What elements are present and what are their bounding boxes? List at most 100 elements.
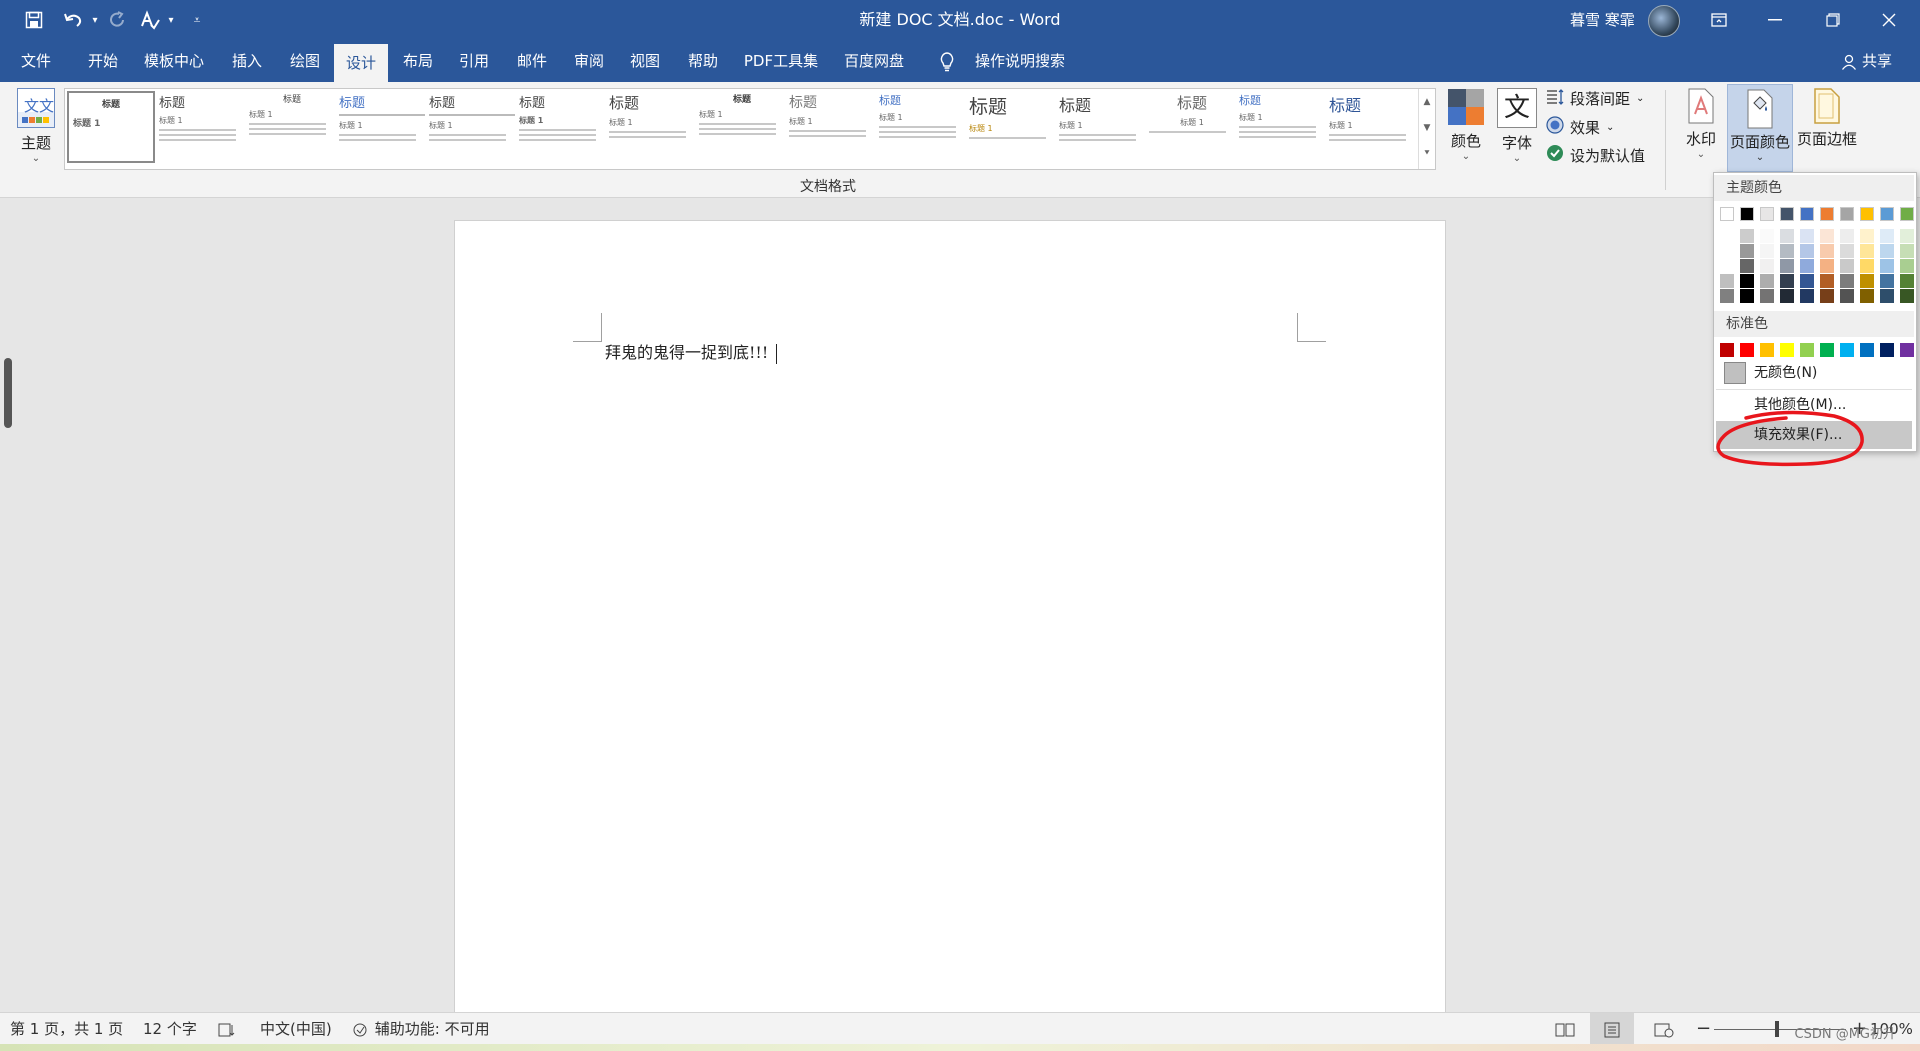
tab-insert[interactable]: 插入 (220, 40, 274, 82)
tab-draw[interactable]: 绘图 (278, 40, 332, 82)
tell-me-search[interactable]: 操作说明搜索 (966, 40, 1074, 82)
theme-color-shade-swatch[interactable] (1740, 229, 1754, 243)
theme-color-shade-swatch[interactable] (1880, 274, 1894, 288)
tab-home[interactable]: 开始 (76, 40, 130, 82)
tab-design[interactable]: 设计 (334, 44, 388, 82)
standard-color-swatch[interactable] (1780, 343, 1794, 357)
navigation-marker[interactable] (4, 358, 12, 428)
theme-color-swatch[interactable] (1720, 207, 1734, 221)
restore-icon[interactable] (1810, 0, 1856, 40)
fill-effects-option[interactable]: 填充效果(F)... (1716, 421, 1912, 449)
more-colors-option[interactable]: 其他颜色(M)... (1716, 391, 1912, 419)
user-name[interactable]: 暮雪 寒霏 (1570, 0, 1635, 40)
standard-color-swatch[interactable] (1840, 343, 1854, 357)
theme-color-shade-swatch[interactable] (1720, 289, 1734, 303)
standard-color-swatch[interactable] (1720, 343, 1734, 357)
standard-color-swatch[interactable] (1860, 343, 1874, 357)
tab-pdf-tools[interactable]: PDF工具集 (738, 40, 824, 82)
tab-references[interactable]: 引用 (448, 40, 500, 82)
theme-color-shade-swatch[interactable] (1900, 229, 1914, 243)
theme-color-shade-swatch[interactable] (1780, 229, 1794, 243)
theme-color-shade-swatch[interactable] (1740, 289, 1754, 303)
theme-color-shade-swatch[interactable] (1800, 229, 1814, 243)
theme-color-swatch[interactable] (1860, 207, 1874, 221)
accessibility-indicator[interactable]: 辅助功能: 不可用 (352, 1013, 490, 1045)
zoom-slider-thumb[interactable] (1775, 1021, 1779, 1037)
gallery-more-icon[interactable]: ⯆ (1419, 141, 1435, 167)
gallery-scrollbar[interactable]: ▲ ▼ ⯆ (1418, 89, 1435, 169)
zoom-out-icon[interactable]: − (1696, 1013, 1711, 1045)
theme-color-shade-swatch[interactable] (1860, 289, 1874, 303)
no-color-option[interactable]: 无颜色(N) (1716, 359, 1912, 387)
share-button[interactable]: 共享 (1841, 40, 1892, 82)
avatar[interactable] (1648, 5, 1680, 37)
watermark-button[interactable]: 水印 ⌄ (1682, 88, 1720, 160)
theme-color-shade-swatch[interactable] (1860, 259, 1874, 273)
theme-color-shade-swatch[interactable] (1780, 289, 1794, 303)
theme-color-shade-swatch[interactable] (1760, 259, 1774, 273)
standard-color-swatch[interactable] (1820, 343, 1834, 357)
style-set-thumb[interactable]: 标题 标题 1 (159, 92, 245, 164)
theme-color-shade-swatch[interactable] (1780, 259, 1794, 273)
ribbon-display-icon[interactable] (1696, 0, 1742, 40)
theme-color-shade-swatch[interactable] (1880, 289, 1894, 303)
theme-color-shade-swatch[interactable] (1820, 259, 1834, 273)
theme-color-shade-swatch[interactable] (1820, 229, 1834, 243)
read-mode-icon[interactable] (1555, 1013, 1575, 1045)
tab-templates[interactable]: 模板中心 (138, 40, 210, 82)
theme-color-shade-swatch[interactable] (1800, 244, 1814, 258)
page-color-button[interactable]: 页面颜色 ⌄ (1727, 84, 1793, 172)
page-indicator[interactable]: 第 1 页，共 1 页 (10, 1013, 123, 1045)
style-set-thumb[interactable]: 标题 标题 1 (879, 92, 965, 164)
close-icon[interactable] (1866, 0, 1912, 40)
theme-color-swatch[interactable] (1880, 207, 1894, 221)
theme-color-shade-swatch[interactable] (1900, 274, 1914, 288)
tab-help[interactable]: 帮助 (676, 40, 730, 82)
style-set-thumb[interactable]: 标题 标题 1 (1059, 92, 1145, 164)
theme-color-shade-swatch[interactable] (1840, 244, 1854, 258)
document-text[interactable]: 拜鬼的鬼得一捉到底!!! (605, 339, 778, 364)
theme-color-shade-swatch[interactable] (1860, 229, 1874, 243)
theme-color-shade-swatch[interactable] (1740, 244, 1754, 258)
page-borders-button[interactable]: 页面边框 (1794, 88, 1860, 149)
style-set-thumb[interactable]: 标题 标题 1 (1239, 92, 1325, 164)
theme-color-shade-swatch[interactable] (1880, 229, 1894, 243)
style-set-thumb[interactable]: 标题 标题 1 (789, 92, 875, 164)
standard-color-swatch[interactable] (1800, 343, 1814, 357)
theme-color-shade-swatch[interactable] (1780, 274, 1794, 288)
style-set-thumb[interactable]: 标题 标题 1 (699, 92, 785, 164)
style-set-thumb[interactable]: 标题 标题 1 (429, 92, 515, 164)
theme-color-shade-swatch[interactable] (1760, 244, 1774, 258)
style-set-thumb[interactable]: 标题 标题 1 (67, 91, 155, 163)
theme-color-shade-swatch[interactable] (1760, 229, 1774, 243)
standard-color-swatch[interactable] (1740, 343, 1754, 357)
theme-color-shade-swatch[interactable] (1880, 259, 1894, 273)
tab-layout[interactable]: 布局 (392, 40, 444, 82)
theme-color-shade-swatch[interactable] (1720, 229, 1734, 243)
theme-color-shade-swatch[interactable] (1800, 289, 1814, 303)
theme-color-shade-swatch[interactable] (1900, 244, 1914, 258)
language-indicator[interactable]: 中文(中国) (260, 1013, 332, 1045)
theme-color-shade-swatch[interactable] (1840, 229, 1854, 243)
theme-color-shade-swatch[interactable] (1820, 289, 1834, 303)
theme-color-shade-swatch[interactable] (1800, 259, 1814, 273)
theme-color-shade-swatch[interactable] (1820, 274, 1834, 288)
theme-color-shade-swatch[interactable] (1860, 274, 1874, 288)
style-set-thumb[interactable]: 标题 标题 1 (519, 92, 605, 164)
theme-color-shade-swatch[interactable] (1860, 244, 1874, 258)
theme-color-shade-swatch[interactable] (1840, 274, 1854, 288)
style-set-thumb[interactable]: 标题 标题 1 (1149, 92, 1235, 164)
web-layout-icon[interactable] (1654, 1013, 1674, 1045)
style-set-thumb[interactable]: 标题 标题 1 (609, 92, 695, 164)
minimize-icon[interactable] (1752, 0, 1798, 40)
paragraph-spacing-button[interactable]: 段落间距 ⌄ (1546, 88, 1644, 109)
theme-color-shade-swatch[interactable] (1840, 289, 1854, 303)
theme-color-shade-swatch[interactable] (1740, 274, 1754, 288)
theme-color-shade-swatch[interactable] (1720, 244, 1734, 258)
theme-color-swatch[interactable] (1780, 207, 1794, 221)
tab-baidu-netdisk[interactable]: 百度网盘 (834, 40, 914, 82)
document-page[interactable]: 拜鬼的鬼得一捉到底!!! (454, 220, 1446, 1022)
gallery-up-icon[interactable]: ▲ (1419, 89, 1435, 115)
tab-file[interactable]: 文件 (10, 40, 62, 82)
theme-color-swatch[interactable] (1840, 207, 1854, 221)
